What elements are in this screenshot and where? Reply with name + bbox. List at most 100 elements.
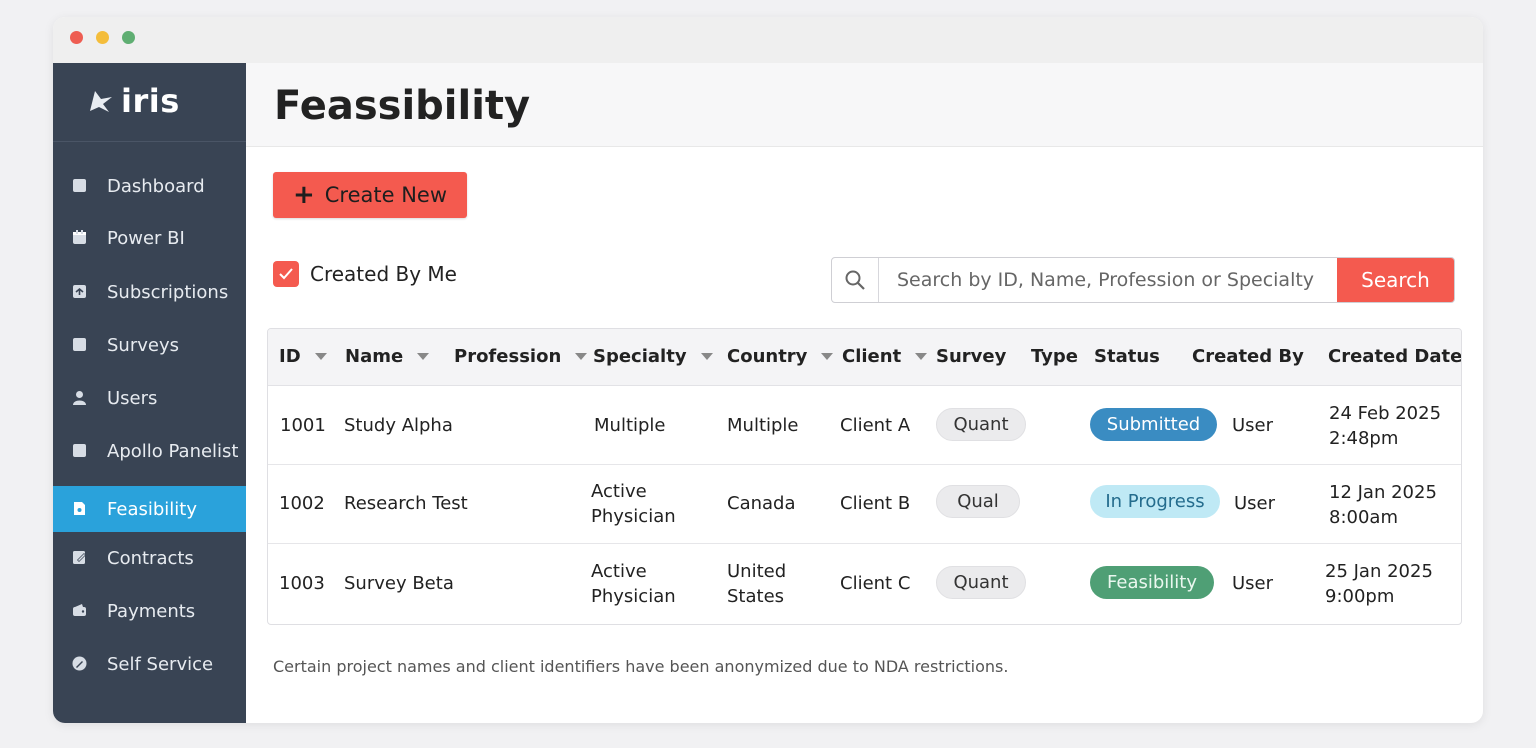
iris-logo-icon bbox=[90, 91, 112, 112]
status-badge: In Progress bbox=[1090, 485, 1220, 518]
column-header-id[interactable]: ID bbox=[279, 346, 327, 367]
cell-id: 1002 bbox=[279, 493, 325, 514]
cell-id: 1001 bbox=[280, 415, 326, 436]
column-header-specialty[interactable]: Specialty bbox=[593, 346, 713, 367]
search-icon bbox=[845, 270, 865, 290]
sidebar-item-dashboard[interactable]: Dashboard bbox=[53, 163, 246, 209]
cell-country: United bbox=[727, 561, 787, 582]
search-icon-container[interactable] bbox=[832, 258, 879, 302]
cell-country: Canada bbox=[727, 493, 796, 514]
sidebar-item-label: Payments bbox=[107, 600, 196, 622]
column-header-label: Country bbox=[727, 346, 808, 367]
cell-profession: Active bbox=[591, 561, 647, 582]
feasibility-table: ID Name Profession Specialty Country Cli… bbox=[267, 328, 1462, 625]
column-header-name[interactable]: Name bbox=[345, 346, 430, 367]
edit-icon bbox=[73, 551, 86, 564]
table-row[interactable]: 1003 Survey Beta Active Physician United… bbox=[268, 544, 1461, 623]
page-title: Feassibility bbox=[274, 83, 531, 129]
column-header-created-by: Created By bbox=[1192, 346, 1304, 367]
status-badge: Feasibility bbox=[1090, 566, 1214, 599]
cell-created-date: 25 Jan 2025 bbox=[1325, 561, 1433, 582]
sidebar-divider bbox=[53, 141, 246, 142]
status-badge: Submitted bbox=[1090, 408, 1217, 441]
cell-created-by: User bbox=[1234, 493, 1276, 514]
column-header-label: Specialty bbox=[593, 346, 687, 367]
cell-created-date: 24 Feb 2025 bbox=[1329, 403, 1442, 424]
cell-id: 1003 bbox=[279, 573, 325, 594]
cell-client: Client B bbox=[840, 493, 911, 514]
sidebar-item-label: Surveys bbox=[107, 334, 179, 356]
app-window: iris Dashboard Power BI Subscriptions Su… bbox=[53, 17, 1483, 723]
sort-caret-icon bbox=[915, 353, 928, 360]
cell-created-time: 8:00am bbox=[1329, 507, 1398, 528]
column-header-created-date: Created Date bbox=[1328, 346, 1462, 367]
square-icon bbox=[73, 338, 86, 351]
sidebar-item-power-bi[interactable]: Power BI bbox=[53, 215, 246, 261]
cell-client: Client C bbox=[840, 573, 911, 594]
created-by-me-filter[interactable]: Created By Me bbox=[273, 261, 457, 287]
sort-caret-icon bbox=[314, 353, 327, 360]
cell-created-date: 12 Jan 2025 bbox=[1329, 482, 1437, 503]
column-header-survey: Survey bbox=[936, 346, 1007, 367]
column-header-client[interactable]: Client bbox=[842, 346, 928, 367]
sort-caret-icon bbox=[417, 353, 430, 360]
sort-caret-icon bbox=[575, 353, 588, 360]
wallet-icon bbox=[73, 604, 86, 616]
sidebar-item-payments[interactable]: Payments bbox=[53, 588, 246, 634]
square-icon bbox=[73, 179, 86, 192]
logo-text: iris bbox=[121, 82, 180, 120]
column-header-status: Status bbox=[1094, 346, 1160, 367]
close-window-button[interactable] bbox=[70, 31, 83, 44]
sidebar-item-self-service[interactable]: Self Service bbox=[53, 641, 246, 687]
pencil-circle-icon bbox=[72, 656, 87, 671]
search-bar: Search bbox=[831, 257, 1455, 303]
minimize-window-button[interactable] bbox=[96, 31, 109, 44]
logo[interactable]: iris bbox=[87, 81, 180, 121]
created-by-me-checkbox[interactable] bbox=[273, 261, 299, 287]
table-row[interactable]: 1001 Study Alpha Multiple Multiple Clien… bbox=[268, 386, 1461, 465]
search-input[interactable] bbox=[879, 258, 1337, 302]
survey-type-badge: Qual bbox=[936, 485, 1020, 518]
column-header-label: Name bbox=[345, 346, 404, 367]
cell-specialty: Multiple bbox=[594, 415, 666, 436]
plus-icon: + bbox=[292, 180, 315, 210]
calendar-icon bbox=[73, 230, 86, 244]
create-new-button[interactable]: + Create New bbox=[273, 172, 467, 218]
sidebar-item-label: Contracts bbox=[107, 547, 194, 569]
cell-created-by: User bbox=[1232, 573, 1274, 594]
cell-created-time: 9:00pm bbox=[1325, 586, 1395, 607]
page-header: Feassibility bbox=[246, 63, 1483, 147]
checkmark-icon bbox=[279, 268, 293, 280]
nda-footnote: Certain project names and client identif… bbox=[273, 657, 1009, 676]
cell-profession: Active bbox=[591, 481, 647, 502]
square-icon bbox=[73, 444, 86, 457]
sidebar-item-surveys[interactable]: Surveys bbox=[53, 322, 246, 368]
sidebar-item-label: Subscriptions bbox=[107, 281, 229, 303]
survey-type-badge: Quant bbox=[936, 566, 1026, 599]
sidebar-item-contracts[interactable]: Contracts bbox=[53, 535, 246, 581]
cell-client: Client A bbox=[840, 415, 911, 436]
sidebar-item-users[interactable]: Users bbox=[53, 375, 246, 421]
maximize-window-button[interactable] bbox=[122, 31, 135, 44]
created-by-me-label: Created By Me bbox=[310, 262, 457, 286]
sidebar-item-subscriptions[interactable]: Subscriptions bbox=[53, 269, 246, 315]
sidebar-item-apollo-panelist[interactable]: Apollo Panelist bbox=[53, 428, 246, 474]
search-button[interactable]: Search bbox=[1337, 258, 1454, 302]
cell-country-line2: States bbox=[727, 586, 785, 607]
column-header-label: ID bbox=[279, 346, 301, 367]
sidebar-item-feasibility[interactable]: Feasibility bbox=[53, 486, 246, 532]
user-icon bbox=[73, 391, 86, 405]
column-header-profession[interactable]: Profession bbox=[454, 346, 588, 367]
cell-name: Survey Beta bbox=[344, 573, 454, 594]
table-row[interactable]: 1002 Research Test Active Physician Cana… bbox=[268, 465, 1461, 544]
document-icon bbox=[74, 502, 85, 515]
column-header-type: Type bbox=[1031, 346, 1078, 367]
sort-caret-icon bbox=[700, 353, 713, 360]
sidebar-item-label: Users bbox=[107, 387, 158, 409]
cell-created-by: User bbox=[1232, 415, 1274, 436]
survey-type-badge: Quant bbox=[936, 408, 1026, 441]
cell-specialty: Physician bbox=[591, 586, 676, 607]
title-bar bbox=[53, 17, 1483, 63]
cell-name: Study Alpha bbox=[344, 415, 453, 436]
column-header-country[interactable]: Country bbox=[727, 346, 834, 367]
